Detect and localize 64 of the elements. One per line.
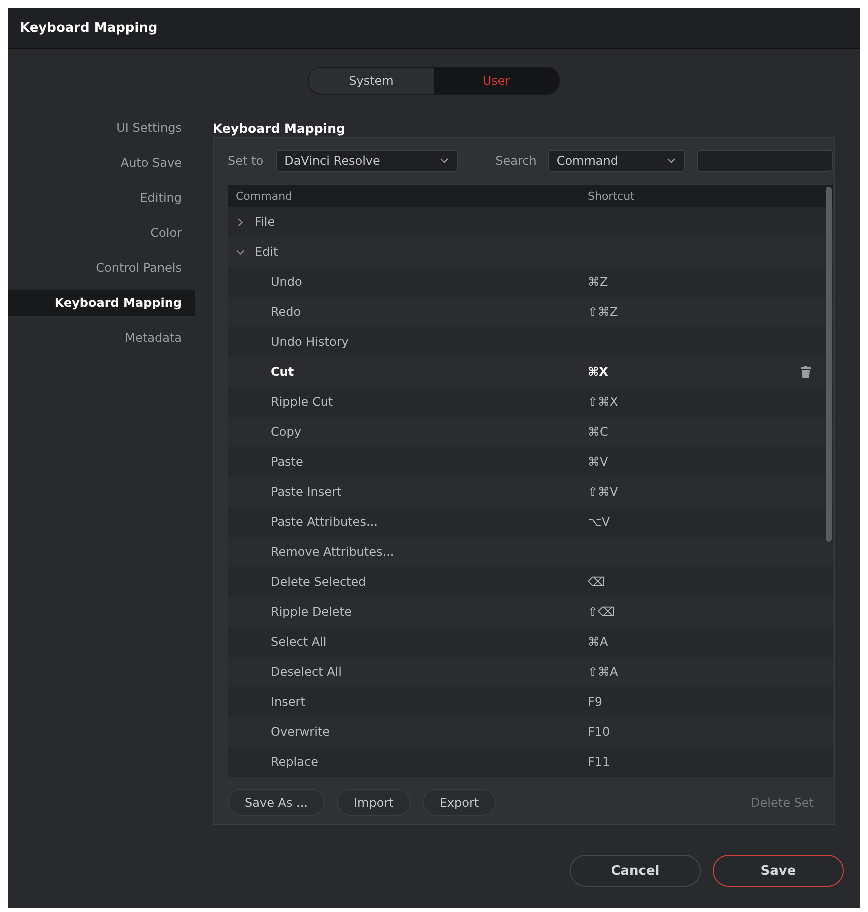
shortcut-key: F9 [588, 695, 603, 709]
window-title: Keyboard Mapping [8, 8, 860, 49]
shortcut-key: ⌘V [588, 455, 608, 469]
command-name[interactable]: Paste [271, 455, 304, 469]
sidebar-item[interactable]: Control Panels [8, 255, 195, 281]
set-to-label: Set to [228, 154, 264, 168]
shortcut-key: ⇧⌫ [588, 605, 616, 619]
scope-toggle[interactable]: System User [308, 67, 560, 95]
action-button[interactable]: Save As ... [228, 789, 325, 816]
command-name[interactable]: Undo History [271, 335, 349, 349]
section-heading: Keyboard Mapping [213, 120, 346, 138]
command-name[interactable]: Ripple Cut [271, 395, 334, 409]
sidebar-item[interactable]: Auto Save [8, 150, 195, 176]
sidebar-item[interactable]: Color [8, 220, 195, 246]
shortcut-key: ⌫ [588, 575, 605, 589]
sidebar-item[interactable]: Editing [8, 185, 195, 211]
search-label: Search [496, 154, 537, 168]
sidebar-item[interactable]: Metadata [8, 325, 195, 351]
action-button[interactable]: Export [422, 789, 496, 816]
shortcut-key: ⌘A [588, 635, 608, 649]
command-name[interactable]: Ripple Delete [271, 605, 352, 619]
column-header: Shortcut [588, 190, 635, 202]
shortcut-key: ⇧⌘A [588, 665, 618, 679]
shortcut-key: ⌥V [588, 515, 610, 529]
preset-dropdown[interactable]: DaVinci Resolve [276, 150, 458, 172]
caret-icon [440, 158, 449, 164]
command-group[interactable]: Edit [255, 245, 278, 259]
save-button[interactable]: Save [713, 855, 844, 887]
command-name[interactable]: Deselect All [271, 665, 342, 679]
shortcut-key: ⇧⌘X [588, 395, 618, 409]
command-name[interactable]: Select All [271, 635, 327, 649]
command-name[interactable]: Cut [271, 365, 294, 379]
chevron-right-icon[interactable] [236, 218, 245, 226]
search-field-dropdown[interactable]: Command [548, 150, 685, 172]
command-name[interactable]: Replace [271, 755, 318, 769]
command-name[interactable]: Delete Selected [271, 575, 366, 589]
chevron-down-icon[interactable] [236, 248, 245, 256]
caret-icon [666, 158, 676, 164]
scrollbar[interactable] [826, 187, 832, 542]
command-name[interactable]: Paste Attributes... [271, 515, 378, 529]
shortcut-key: ⇧⌘Z [588, 305, 618, 319]
sidebar-item[interactable]: Keyboard Mapping [8, 290, 195, 316]
cancel-button[interactable]: Cancel [570, 855, 701, 887]
command-group[interactable]: File [255, 215, 276, 229]
scope-option[interactable]: System [309, 68, 434, 94]
shortcut-key: ⌘C [588, 425, 608, 439]
command-name[interactable]: Undo [271, 275, 302, 289]
shortcut-key: ⌘X [588, 365, 608, 379]
search-field[interactable] [696, 150, 833, 172]
command-name[interactable]: Remove Attributes... [271, 545, 394, 559]
action-button[interactable]: Import [337, 789, 411, 816]
shortcut-key: ⌘Z [588, 275, 608, 289]
column-header: Command [236, 190, 293, 202]
shortcut-key: F10 [588, 725, 610, 739]
shortcut-key: ⇧⌘V [588, 485, 618, 499]
command-name[interactable]: Copy [271, 425, 302, 439]
scope-option[interactable]: User [434, 68, 559, 94]
command-name[interactable]: Paste Insert [271, 485, 342, 499]
command-name[interactable]: Overwrite [271, 725, 330, 739]
trash-icon[interactable] [801, 366, 811, 378]
sidebar-item[interactable]: UI Settings [8, 115, 195, 141]
shortcut-key: F11 [588, 755, 610, 769]
command-name[interactable]: Redo [271, 305, 302, 319]
command-name[interactable]: Insert [271, 695, 306, 709]
